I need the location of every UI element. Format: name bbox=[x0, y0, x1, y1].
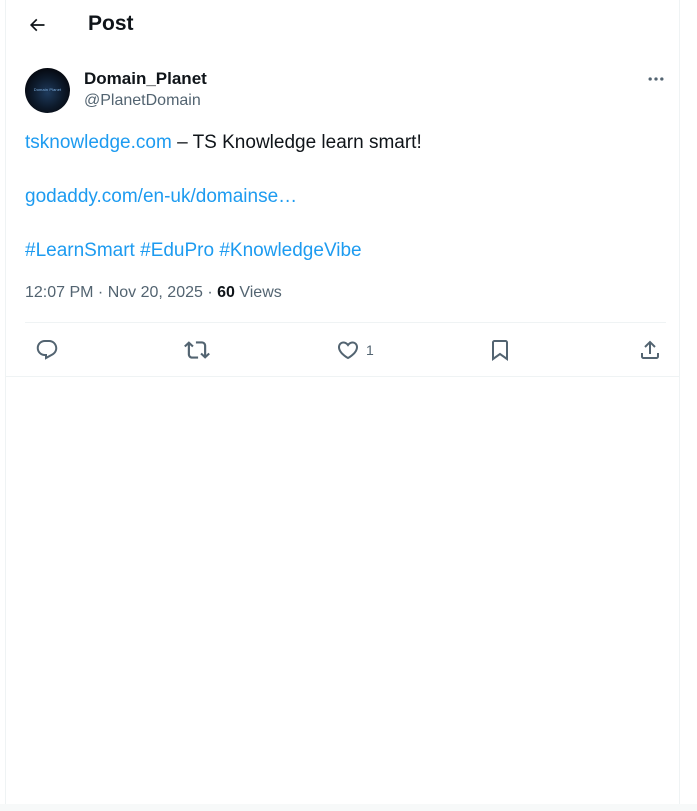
avatar[interactable]: Domain Planet bbox=[25, 68, 70, 113]
share-button[interactable] bbox=[638, 333, 662, 367]
page-header: Post bbox=[6, 0, 679, 50]
meta-separator: · bbox=[202, 284, 218, 301]
avatar-logo-text: Domain Planet bbox=[33, 87, 62, 92]
post-line-2: godaddy.com/en-uk/domainse… bbox=[25, 184, 297, 209]
divider bbox=[25, 322, 666, 323]
bookmark-button[interactable] bbox=[488, 333, 512, 367]
hashtag-link[interactable]: #EduPro bbox=[140, 240, 214, 261]
meta-separator: · bbox=[93, 284, 108, 301]
post-date[interactable]: Nov 20, 2025 bbox=[108, 284, 203, 301]
like-count: 1 bbox=[366, 342, 374, 358]
divider bbox=[6, 376, 679, 377]
arrow-left-icon bbox=[29, 18, 45, 32]
post-line-1-text: – TS Knowledge learn smart! bbox=[171, 132, 422, 153]
page-title: Post bbox=[88, 12, 134, 35]
share-icon bbox=[641, 340, 659, 359]
reply-icon bbox=[36, 340, 58, 360]
post-link-godaddy[interactable]: godaddy.com/en-uk/domainse… bbox=[25, 186, 297, 207]
primary-column: Post Domain Planet Domain_Planet @Planet… bbox=[5, 0, 680, 811]
app-frame: Post Domain Planet Domain_Planet @Planet… bbox=[0, 0, 697, 811]
back-button[interactable] bbox=[20, 8, 54, 42]
like-button[interactable]: 1 bbox=[336, 333, 374, 367]
post-time[interactable]: 12:07 PM bbox=[25, 284, 93, 301]
bookmark-icon bbox=[492, 340, 508, 361]
post-meta: 12:07 PM · Nov 20, 2025 · 60 Views bbox=[25, 282, 282, 304]
hashtag-link[interactable]: #KnowledgeVibe bbox=[219, 240, 361, 261]
more-options-button[interactable] bbox=[639, 67, 673, 91]
post-link-tsknowledge[interactable]: tsknowledge.com bbox=[25, 132, 172, 153]
views-count: 60 bbox=[217, 284, 235, 301]
author-display-name[interactable]: Domain_Planet bbox=[84, 68, 207, 90]
heart-icon bbox=[337, 341, 359, 360]
hashtag-link[interactable]: #LearnSmart bbox=[25, 240, 135, 261]
post-line-1: tsknowledge.com – TS Knowledge learn sma… bbox=[25, 130, 422, 155]
post-hashtags: #LearnSmart #EduPro #KnowledgeVibe bbox=[25, 238, 362, 263]
repost-button[interactable] bbox=[184, 333, 210, 367]
repost-icon bbox=[184, 341, 210, 359]
views-label: Views bbox=[234, 284, 282, 301]
reply-button[interactable] bbox=[35, 333, 59, 367]
post-actions: 1 bbox=[25, 333, 666, 367]
author-handle[interactable]: @PlanetDomain bbox=[84, 91, 201, 111]
post-author: Domain Planet Domain_Planet @PlanetDomai… bbox=[25, 67, 665, 115]
more-horizontal-icon bbox=[648, 77, 664, 81]
bottom-edge bbox=[0, 804, 697, 811]
